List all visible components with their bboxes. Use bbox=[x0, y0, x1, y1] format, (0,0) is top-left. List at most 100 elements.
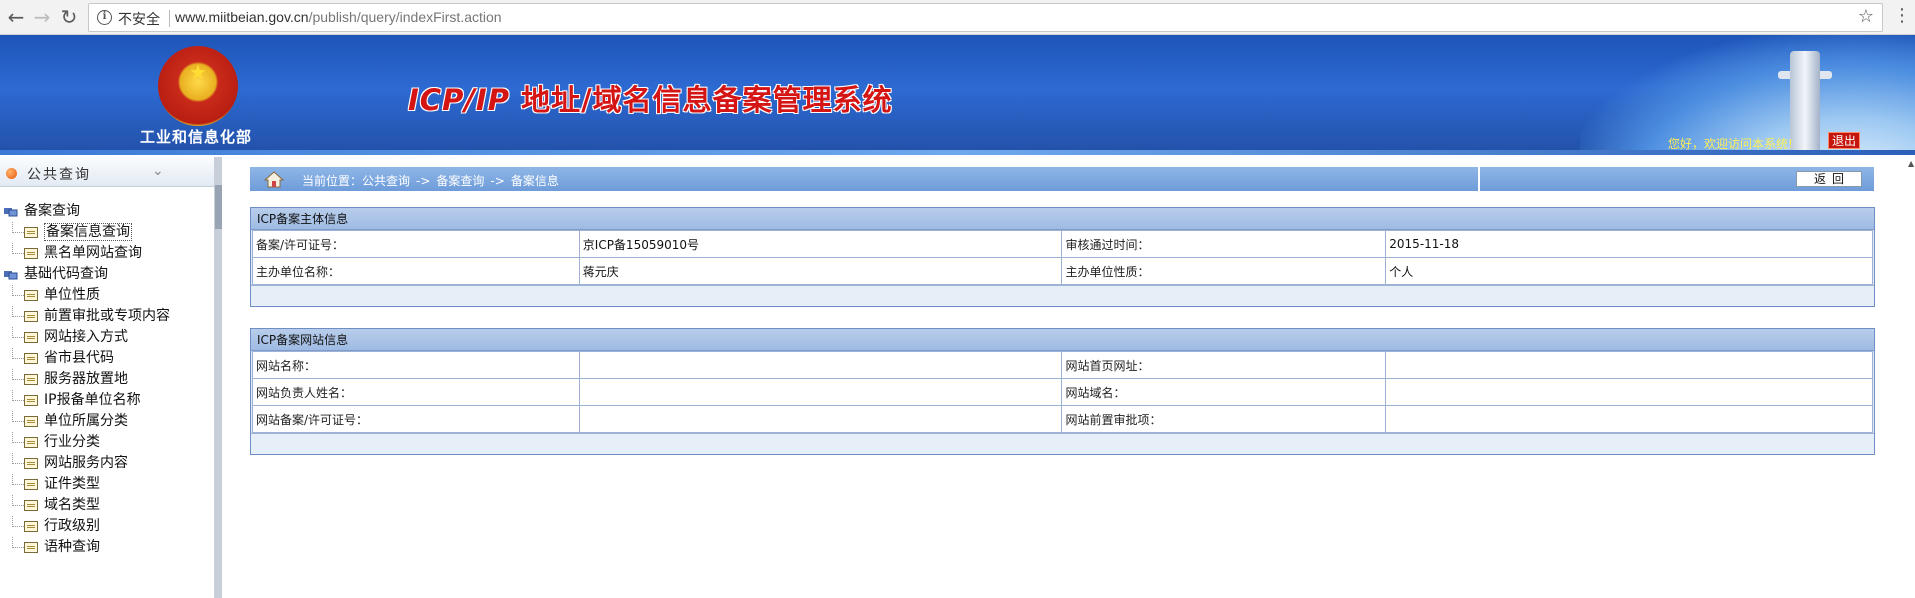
tree-item-label: 域名类型 bbox=[44, 497, 100, 513]
collapse-chevron-icon[interactable]: ⌄ bbox=[152, 163, 164, 179]
scrollbar-thumb[interactable] bbox=[215, 185, 222, 229]
bookmark-star-icon[interactable]: ☆ bbox=[1858, 6, 1874, 27]
document-icon bbox=[24, 374, 38, 385]
tree-item-region-code[interactable]: 省市县代码 bbox=[0, 348, 214, 369]
site-domain-value bbox=[1385, 378, 1873, 406]
document-icon bbox=[24, 395, 38, 406]
url-path: /publish/query/indexFirst.action bbox=[308, 9, 502, 25]
site-homepage-label: 网站首页网址： bbox=[1061, 351, 1387, 379]
tree-item-preapproval-content[interactable]: 前置审批或专项内容 bbox=[0, 306, 214, 327]
document-icon bbox=[24, 542, 38, 553]
sidebar-title: 公共查询 bbox=[27, 167, 91, 183]
document-icon bbox=[24, 437, 38, 448]
document-icon bbox=[24, 311, 38, 322]
tree-item-site-service[interactable]: 网站服务内容 bbox=[0, 453, 214, 474]
system-title-latin: ICP/IP bbox=[408, 83, 510, 117]
license-value: 京ICP备15059010号 bbox=[578, 230, 1063, 258]
tree-branch-line bbox=[12, 222, 24, 233]
document-icon bbox=[24, 353, 38, 364]
document-icon bbox=[24, 479, 38, 490]
tree-item-access-method[interactable]: 网站接入方式 bbox=[0, 327, 214, 348]
icp-site-panel: ICP备案网站信息 网站名称： 网站首页网址： 网站负责人姓名： 网站域名： 网… bbox=[250, 328, 1875, 455]
tree-item-unit-category[interactable]: 单位所属分类 bbox=[0, 411, 214, 432]
tree-item-server-location[interactable]: 服务器放置地 bbox=[0, 369, 214, 390]
tree-item-label: 行政级别 bbox=[44, 518, 100, 534]
breadcrumb: 当前位置：公共查询 -> 备案查询 -> 备案信息 bbox=[302, 172, 559, 189]
tree-branch-line bbox=[12, 390, 24, 401]
security-label[interactable]: 不安全 bbox=[118, 9, 160, 29]
document-icon bbox=[24, 521, 38, 532]
tree-branch-line bbox=[12, 432, 24, 443]
breadcrumb-record-query: 备案查询 bbox=[436, 174, 485, 188]
tree-item-label: 单位性质 bbox=[44, 287, 100, 303]
tree-branch-line bbox=[12, 537, 24, 548]
tree-branch-line bbox=[12, 306, 24, 317]
tree-item-admin-level[interactable]: 行政级别 bbox=[0, 516, 214, 537]
back-arrow-icon[interactable]: ← bbox=[4, 5, 28, 29]
tree-item-language[interactable]: 语种查询 bbox=[0, 537, 214, 558]
tree-item-industry[interactable]: 行业分类 bbox=[0, 432, 214, 453]
panel-title: ICP备案主体信息 bbox=[251, 208, 1874, 230]
tree-item-blacklist-query[interactable]: 黑名单网站查询 bbox=[0, 243, 214, 264]
tree-group-record-query[interactable]: 备案查询 bbox=[0, 201, 214, 222]
site-preapproval-label: 网站前置审批项： bbox=[1061, 405, 1387, 433]
tree-item-label: IP报备单位名称 bbox=[44, 392, 141, 408]
url-host: www.miitbeian.gov.cn bbox=[175, 9, 309, 25]
back-button[interactable]: 返回 bbox=[1796, 171, 1862, 187]
forward-arrow-icon[interactable]: → bbox=[30, 5, 54, 29]
panel-footer bbox=[251, 433, 1874, 454]
document-icon bbox=[24, 227, 38, 238]
approval-time-label: 审核通过时间： bbox=[1061, 230, 1387, 258]
site-license-value bbox=[578, 405, 1063, 433]
url-text[interactable]: www.miitbeian.gov.cn/publish/query/index… bbox=[175, 9, 502, 25]
site-domain-label: 网站域名： bbox=[1061, 378, 1387, 406]
tree-branch-line bbox=[12, 243, 24, 254]
tree-item-record-info-query[interactable]: 备案信息查询 bbox=[0, 222, 214, 243]
table-row: 主办单位名称： 蒋元庆 主办单位性质： 个人 bbox=[252, 257, 1873, 285]
site-license-label: 网站备案/许可证号： bbox=[252, 405, 580, 433]
document-icon bbox=[24, 290, 38, 301]
orange-dot-icon bbox=[6, 168, 17, 179]
main-scrollbar[interactable]: ▲ bbox=[1907, 157, 1915, 598]
tree-item-domain-type[interactable]: 域名类型 bbox=[0, 495, 214, 516]
logout-button[interactable]: 退出 bbox=[1828, 132, 1860, 149]
document-icon bbox=[24, 332, 38, 343]
icp-subject-table: 备案/许可证号： 京ICP备15059010号 审核通过时间： 2015-11-… bbox=[252, 230, 1873, 285]
tree-item-label: 行业分类 bbox=[44, 434, 100, 450]
table-row: 备案/许可证号： 京ICP备15059010号 审核通过时间： 2015-11-… bbox=[252, 230, 1873, 258]
sidebar-header[interactable]: 公共查询 ⌄ bbox=[0, 159, 214, 187]
sponsor-nature-label: 主办单位性质： bbox=[1061, 257, 1387, 285]
site-owner-label: 网站负责人姓名： bbox=[252, 378, 580, 406]
document-icon bbox=[24, 458, 38, 469]
site-owner-value bbox=[578, 378, 1063, 406]
table-row: 网站负责人姓名： 网站域名： bbox=[252, 378, 1873, 406]
tree-item-label: 服务器放置地 bbox=[44, 371, 128, 387]
group-folder-icon bbox=[4, 208, 18, 217]
system-title: ICP/IP 地址/域名信息备案管理系统 bbox=[408, 77, 893, 119]
tree-item-label: 省市县代码 bbox=[44, 350, 114, 366]
group-folder-icon bbox=[4, 271, 18, 280]
tree-item-label: 黑名单网站查询 bbox=[44, 245, 142, 261]
browser-menu-icon[interactable]: ⋮ bbox=[1893, 6, 1911, 26]
tree-group-base-code-query[interactable]: 基础代码查询 bbox=[0, 264, 214, 285]
info-icon[interactable]: i bbox=[97, 10, 112, 25]
tree-branch-line bbox=[12, 411, 24, 422]
address-bar[interactable]: i 不安全 www.miitbeian.gov.cn/publish/query… bbox=[88, 3, 1883, 32]
home-icon[interactable] bbox=[264, 170, 284, 188]
scroll-up-icon[interactable]: ▲ bbox=[1908, 159, 1914, 168]
tree-item-label: 单位所属分类 bbox=[44, 413, 128, 429]
document-icon bbox=[24, 416, 38, 427]
table-row: 网站备案/许可证号： 网站前置审批项： bbox=[252, 405, 1873, 433]
icp-subject-panel: ICP备案主体信息 备案/许可证号： 京ICP备15059010号 审核通过时间… bbox=[250, 207, 1875, 307]
tree-group-label: 备案查询 bbox=[24, 203, 80, 219]
sponsor-name-value: 蒋元庆 bbox=[578, 257, 1063, 285]
ministry-name: 工业和信息化部 bbox=[140, 128, 253, 146]
nav-tree: 备案查询 备案信息查询 黑名单网站查询 基础代码查询 单位性质 前置审批或专项内… bbox=[0, 201, 214, 558]
tree-item-ip-unit-name[interactable]: IP报备单位名称 bbox=[0, 390, 214, 411]
site-banner: ★ 工业和信息化部 ICP/IP 地址/域名信息备案管理系统 您好，欢迎访问本系… bbox=[0, 35, 1915, 155]
tree-branch-line bbox=[12, 474, 24, 485]
reload-icon[interactable]: ↻ bbox=[57, 5, 81, 29]
tree-item-certificate-type[interactable]: 证件类型 bbox=[0, 474, 214, 495]
panel-footer bbox=[251, 285, 1874, 306]
tree-item-unit-nature[interactable]: 单位性质 bbox=[0, 285, 214, 306]
